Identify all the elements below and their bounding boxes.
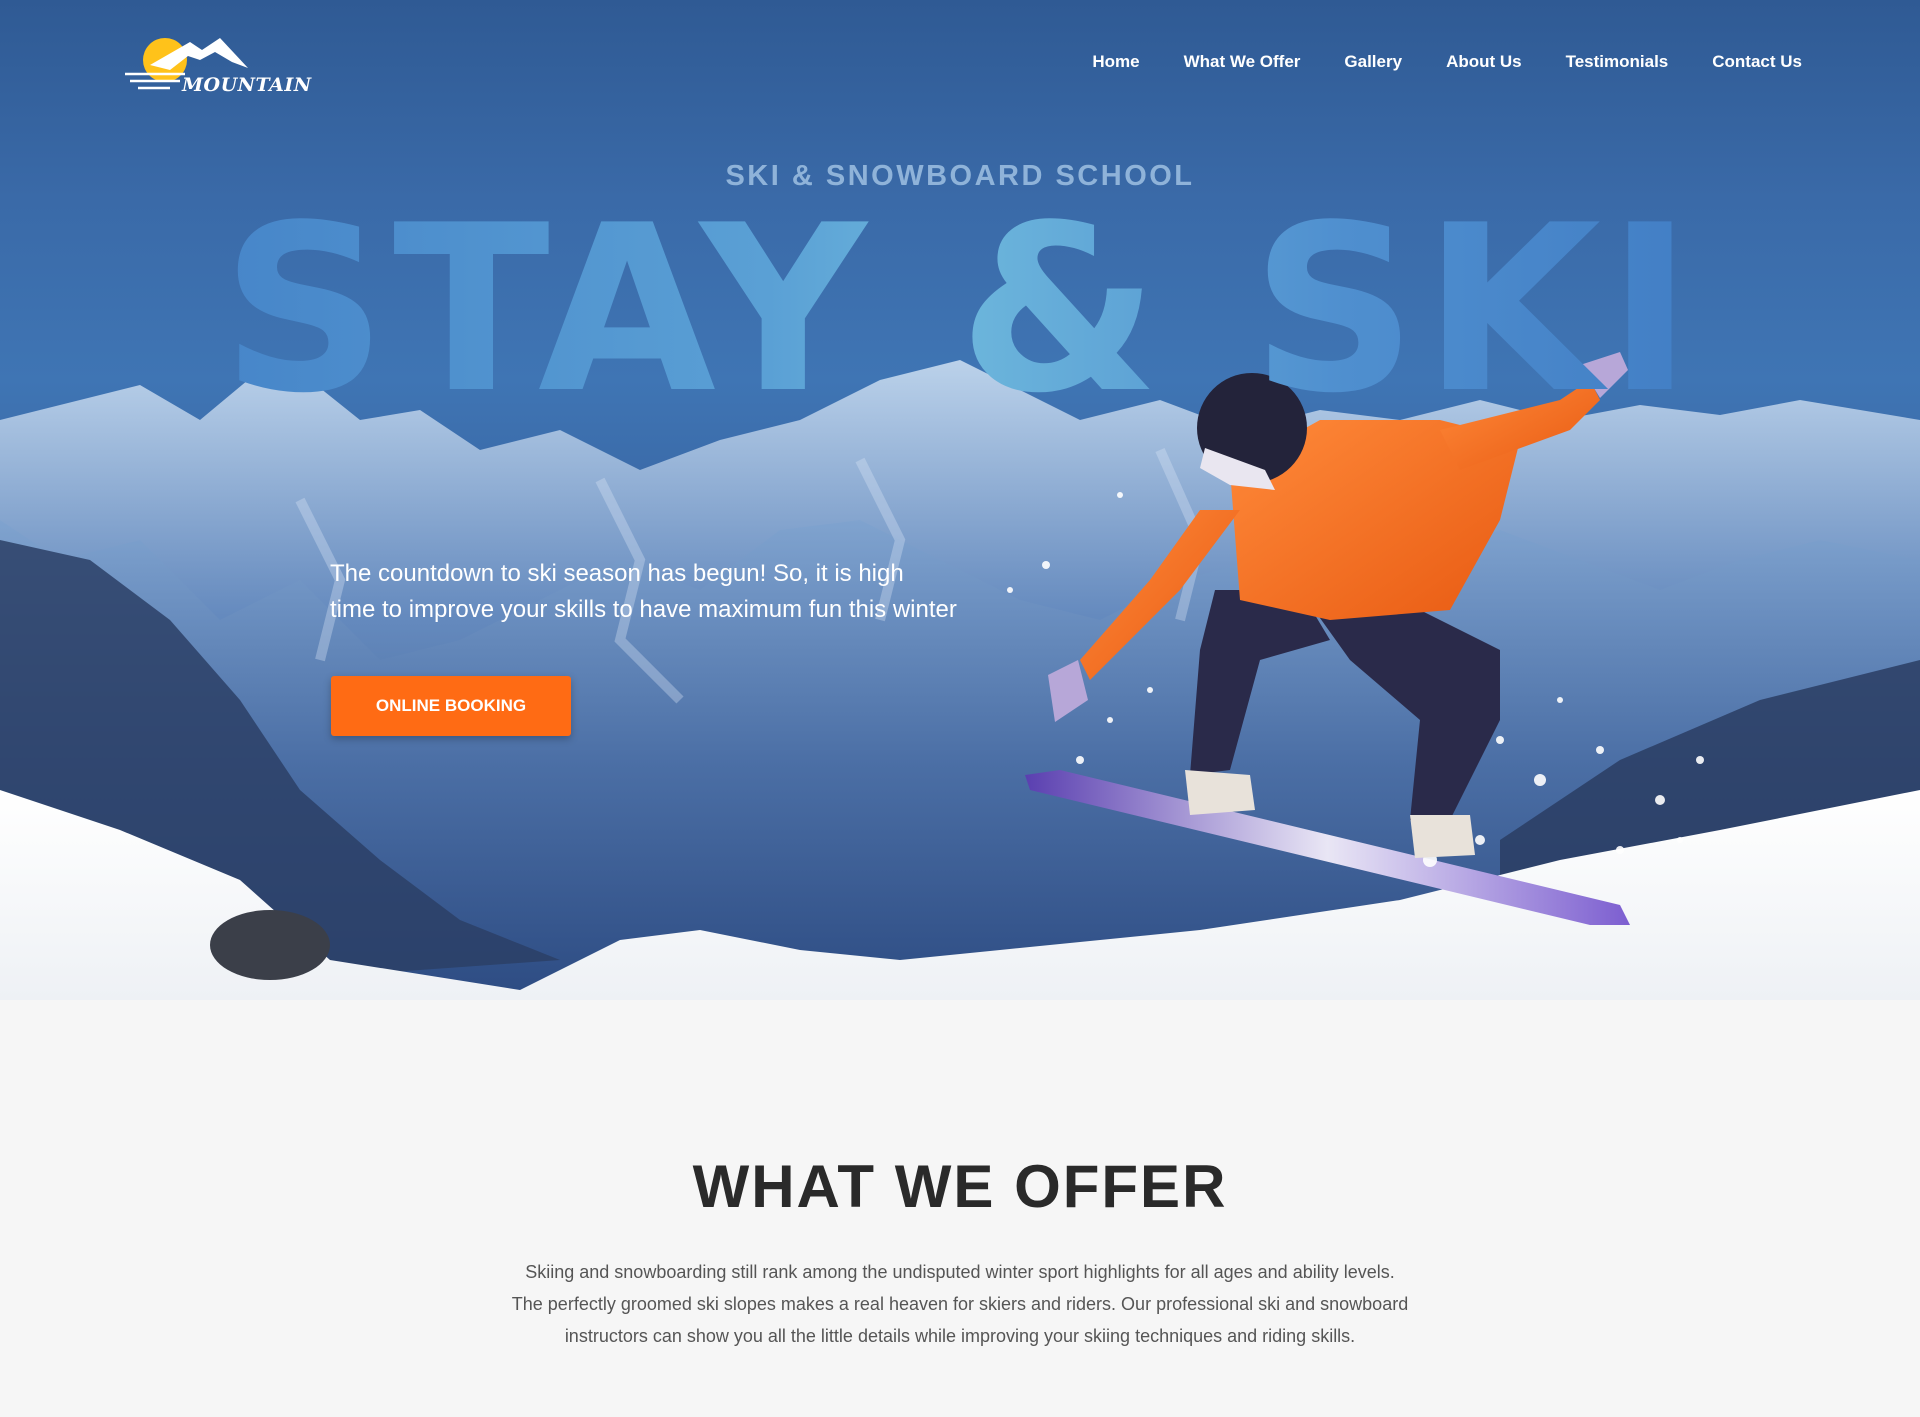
hero-tagline-line-1: The countdown to ski season has begun! S… (330, 560, 904, 587)
offer-description: Skiing and snowboarding still rank among… (440, 1256, 1480, 1352)
nav-home[interactable]: Home (1092, 52, 1139, 72)
nav-what-we-offer[interactable]: What We Offer (1184, 52, 1301, 72)
hero-headline: STAY & SKI (0, 196, 1920, 426)
nav-about-us[interactable]: About Us (1446, 52, 1522, 72)
hero-section: MOUNTAIN Home What We Offer Gallery Abou… (0, 0, 1920, 1000)
hero-tagline: The countdown to ski season has begun! S… (330, 556, 1010, 628)
hero-tagline-line-2: time to improve your skills to have maxi… (330, 596, 957, 623)
offer-description-line-2: The perfectly groomed ski slopes makes a… (511, 1294, 1409, 1314)
main-navigation: Home What We Offer Gallery About Us Test… (1048, 52, 1802, 72)
offer-description-line-3: instructors can show you all the little … (564, 1326, 1356, 1346)
online-booking-button[interactable]: ONLINE BOOKING (331, 676, 571, 736)
nav-testimonials[interactable]: Testimonials (1566, 52, 1669, 72)
brand-logo[interactable]: MOUNTAIN (120, 30, 311, 100)
nav-gallery[interactable]: Gallery (1344, 52, 1402, 72)
nav-contact-us[interactable]: Contact Us (1712, 52, 1802, 72)
hero-background-image (0, 352, 1920, 1000)
what-we-offer-section: WHAT WE OFFER Skiing and snowboarding st… (0, 1000, 1920, 1417)
offer-title: WHAT WE OFFER (692, 1153, 1228, 1220)
offer-description-line-1: Skiing and snowboarding still rank among… (525, 1262, 1395, 1282)
logo-text: MOUNTAIN (182, 74, 312, 96)
